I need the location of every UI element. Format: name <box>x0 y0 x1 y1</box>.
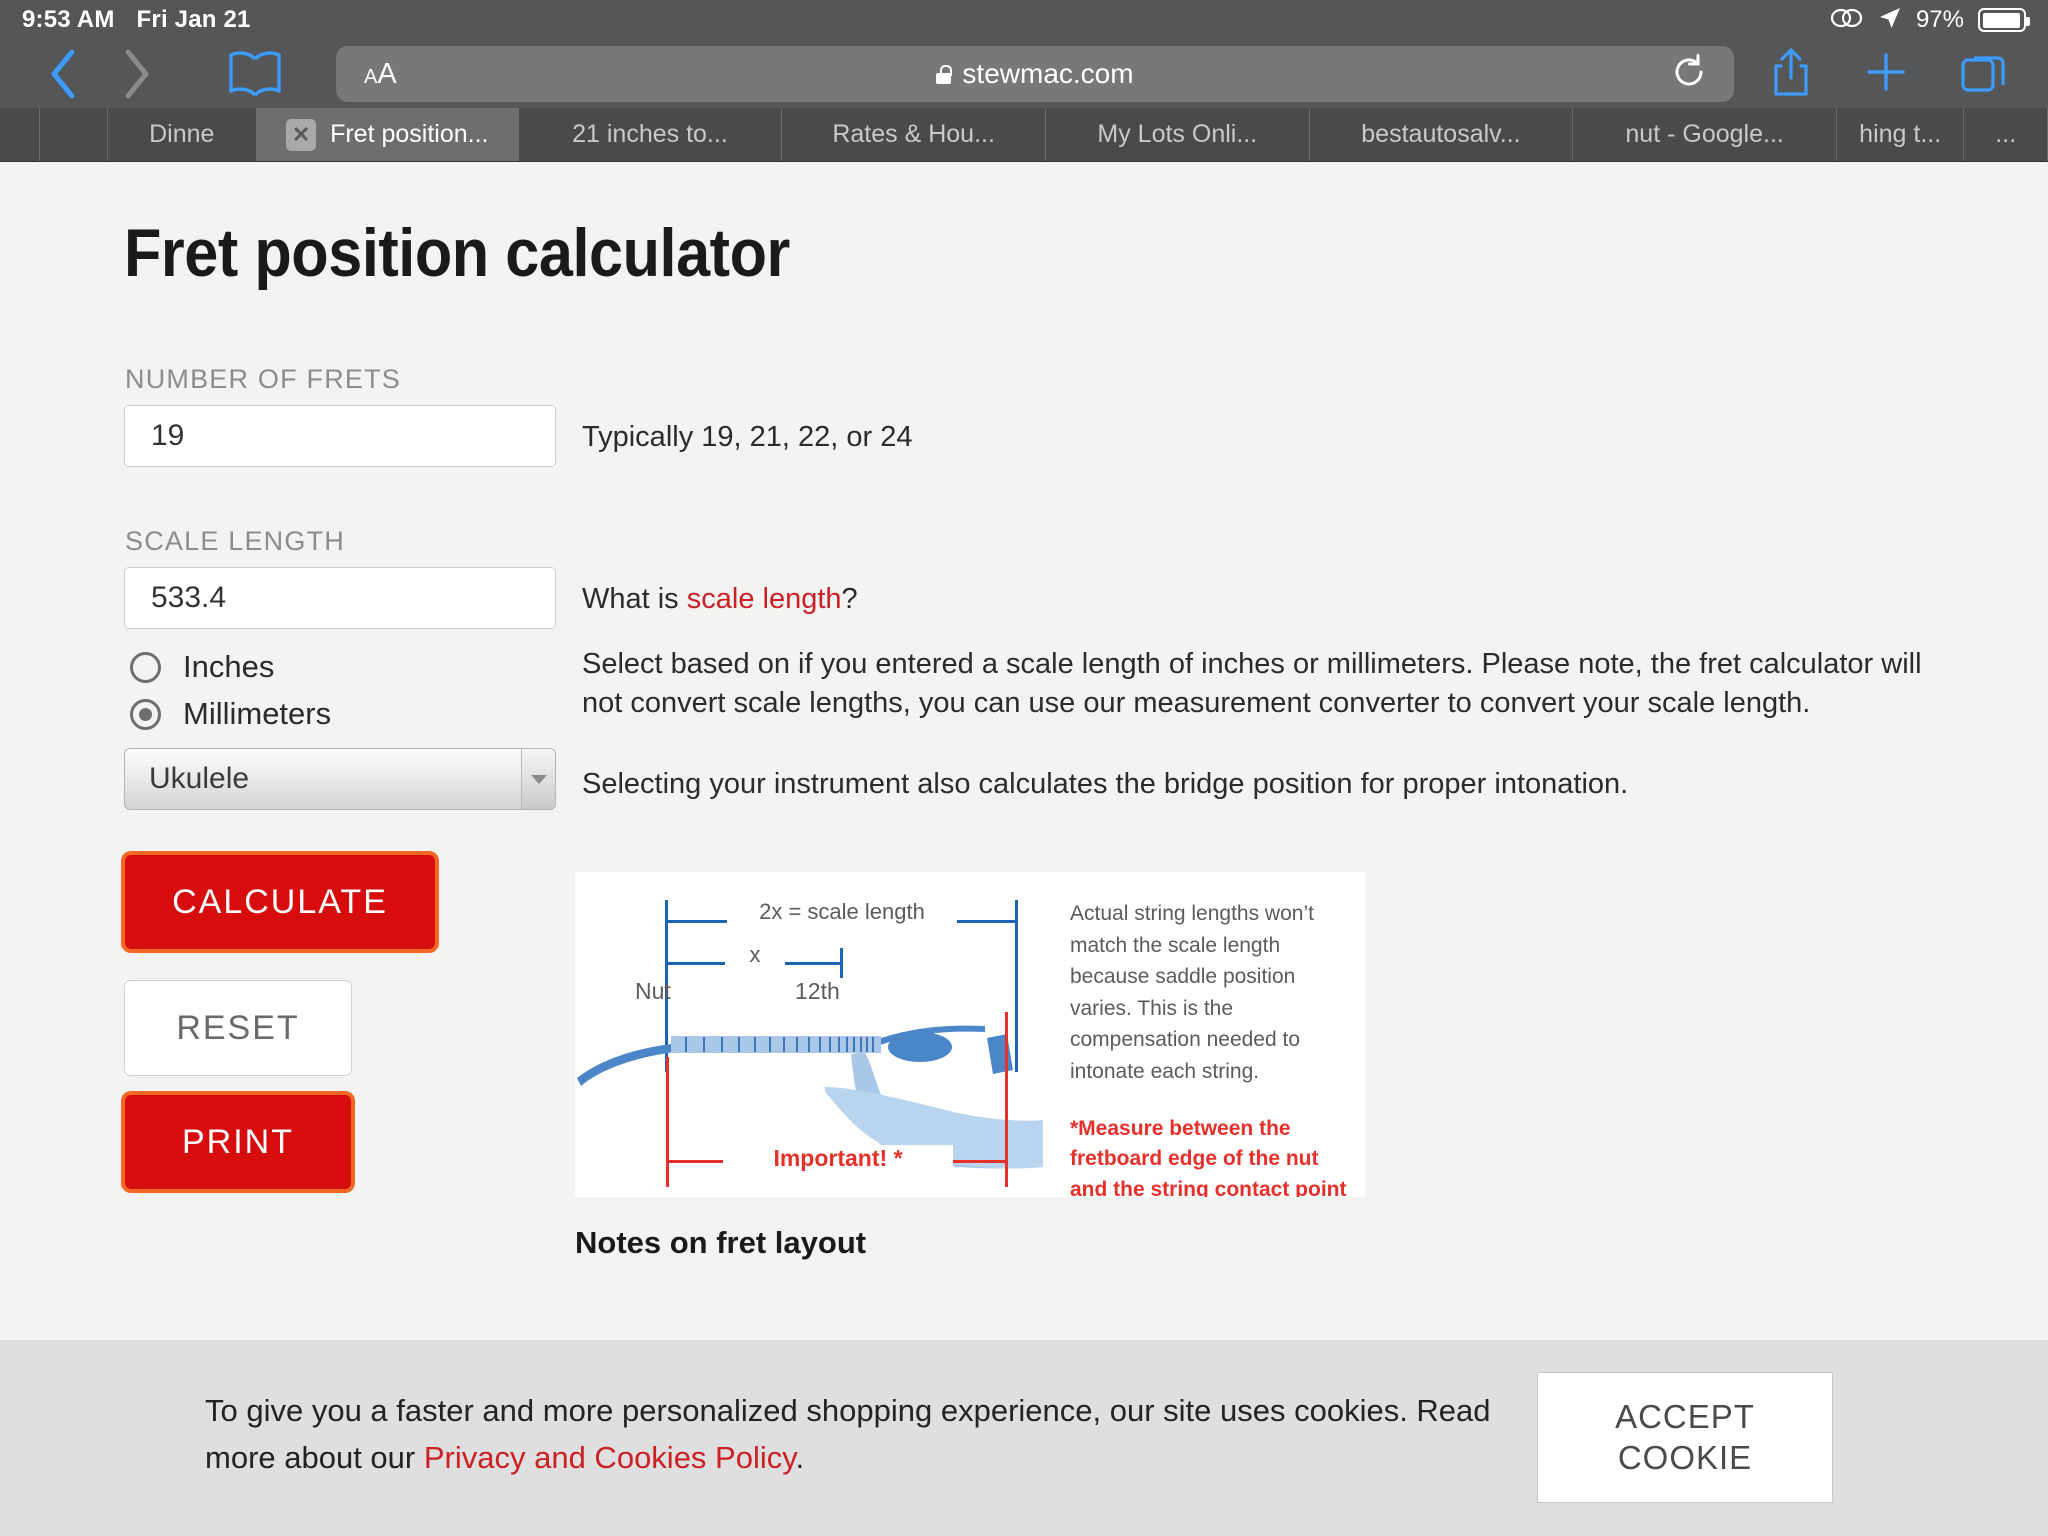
tab-item[interactable]: bestautosalv... <box>1310 108 1574 161</box>
tab-item <box>40 108 108 161</box>
tab-label: My Lots Onli... <box>1097 120 1258 148</box>
scale-length-help-text: What is scale length? <box>582 580 858 619</box>
tab-item[interactable]: hing t... <box>1837 108 1965 161</box>
tab-item[interactable]: nut - Google... <box>1573 108 1837 161</box>
screen-mirroring-icon <box>1830 7 1864 34</box>
radio-inches-control[interactable] <box>130 651 161 683</box>
radio-millimeters-label: Millimeters <box>183 696 332 731</box>
scale-length-label: SCALE LENGTH <box>125 526 345 556</box>
tab-item[interactable]: My Lots Onli... <box>1046 108 1310 161</box>
cookie-banner-text: To give you a faster and more personaliz… <box>205 1388 1505 1481</box>
status-date: Fri Jan 21 <box>136 6 251 33</box>
tab-label: Fret position... <box>330 120 489 148</box>
tab-item[interactable]: Dinne <box>108 108 257 161</box>
page-title: Fret position calculator <box>124 215 790 291</box>
instrument-help-text: Selecting your instrument also calculate… <box>582 768 1629 800</box>
location-arrow-icon <box>1878 6 1902 35</box>
battery-percent: 97% <box>1915 6 1964 33</box>
status-bar-right: 97% <box>1830 6 2030 35</box>
tab-label: bestautosalv... <box>1361 120 1521 148</box>
reload-icon[interactable] <box>1670 53 1708 96</box>
radio-millimeters[interactable]: Millimeters <box>130 696 331 732</box>
chevron-down-icon[interactable] <box>521 749 555 809</box>
notes-heading: Notes on fret layout <box>575 1225 867 1260</box>
scale-length-input[interactable]: 533.4 <box>124 567 556 629</box>
tab-item[interactable]: Rates & Hou... <box>782 108 1046 161</box>
diagram-note-red: *Measure between the fretboard edge of t… <box>1070 1117 1347 1197</box>
tab-label: ... <box>1995 120 2017 148</box>
close-icon[interactable]: ✕ <box>286 118 317 151</box>
instrument-select-value: Ukulele <box>149 762 250 795</box>
cookie-text-after: . <box>795 1439 805 1475</box>
scale-length-diagram: 2x = scale length x Nut 12th Important! … <box>575 872 1365 1197</box>
frets-help-text: Typically 19, 21, 22, or 24 <box>582 421 913 453</box>
scale-help-prefix: What is <box>582 583 687 615</box>
lock-icon <box>936 64 953 84</box>
diagram-important-label: Important! * <box>723 1145 953 1172</box>
tab-item <box>0 108 40 161</box>
diagram-note-right: Actual string lengths won’t match the sc… <box>1070 902 1314 1083</box>
plus-icon[interactable] <box>1864 50 1908 99</box>
tab-label: hing t... <box>1859 120 1942 148</box>
back-icon[interactable] <box>26 46 100 102</box>
tab-strip: Dinne ✕ Fret position... 21 inches to...… <box>0 108 2048 162</box>
cookie-banner: To give you a faster and more personaliz… <box>0 1340 2048 1536</box>
book-icon[interactable] <box>218 49 292 99</box>
battery-icon <box>1978 8 2030 32</box>
reset-button[interactable]: RESET <box>124 980 352 1076</box>
share-icon[interactable] <box>1770 46 1812 103</box>
instrument-select[interactable]: Ukulele <box>124 748 556 810</box>
frets-input[interactable]: 19 <box>124 405 556 467</box>
print-button[interactable]: PRINT <box>121 1091 355 1193</box>
scale-help-suffix: ? <box>841 583 858 615</box>
toolbar-right-actions <box>1770 46 2008 103</box>
ios-status-bar: 9:53 AM Fri Jan 21 97% <box>0 0 2048 40</box>
scale-length-link[interactable]: scale length <box>687 583 842 615</box>
radio-inches-label: Inches <box>183 649 275 684</box>
radio-inches[interactable]: Inches <box>130 649 274 685</box>
frets-label: NUMBER OF FRETS <box>125 364 402 394</box>
diagram-x-label: x <box>725 942 785 968</box>
accept-cookie-button[interactable]: ACCEPT COOKIE <box>1537 1372 1833 1503</box>
diagram-scale-label: 2x = scale length <box>727 899 957 925</box>
address-bar[interactable]: AA stewmac.com <box>336 46 1734 102</box>
tabs-icon[interactable] <box>1960 49 2008 100</box>
forward-icon[interactable] <box>100 46 174 102</box>
status-time: 9:53 AM <box>22 6 115 33</box>
status-bar-left: 9:53 AM Fri Jan 21 <box>22 6 251 34</box>
address-bar-content: stewmac.com <box>336 58 1734 90</box>
tab-label: nut - Google... <box>1625 120 1784 148</box>
tab-label: Rates & Hou... <box>832 120 995 148</box>
tab-label: 21 inches to... <box>572 120 728 148</box>
accept-cookie-line1: ACCEPT <box>1615 1398 1755 1436</box>
tab-item-overflow[interactable]: ... <box>1964 108 2048 161</box>
radio-millimeters-control[interactable] <box>130 698 161 730</box>
tab-label: Dinne <box>149 120 215 148</box>
privacy-policy-link[interactable]: Privacy and Cookies Policy <box>424 1440 796 1475</box>
page-content: Fret position calculator NUMBER OF FRETS… <box>0 162 2048 1536</box>
units-help-text: Select based on if you entered a scale l… <box>582 648 1922 719</box>
browser-toolbar: AA stewmac.com <box>0 40 2048 108</box>
url-text: stewmac.com <box>962 58 1134 89</box>
calculate-button[interactable]: CALCULATE <box>121 851 439 953</box>
tab-item[interactable]: 21 inches to... <box>519 108 783 161</box>
screen: 9:53 AM Fri Jan 21 97% A A stewmac.com D… <box>0 0 2048 1536</box>
accept-cookie-line2: COOKIE <box>1617 1438 1753 1476</box>
cookie-text-before: To give you a faster and more personaliz… <box>205 1393 1491 1475</box>
tab-item-active[interactable]: ✕ Fret position... <box>256 108 519 161</box>
